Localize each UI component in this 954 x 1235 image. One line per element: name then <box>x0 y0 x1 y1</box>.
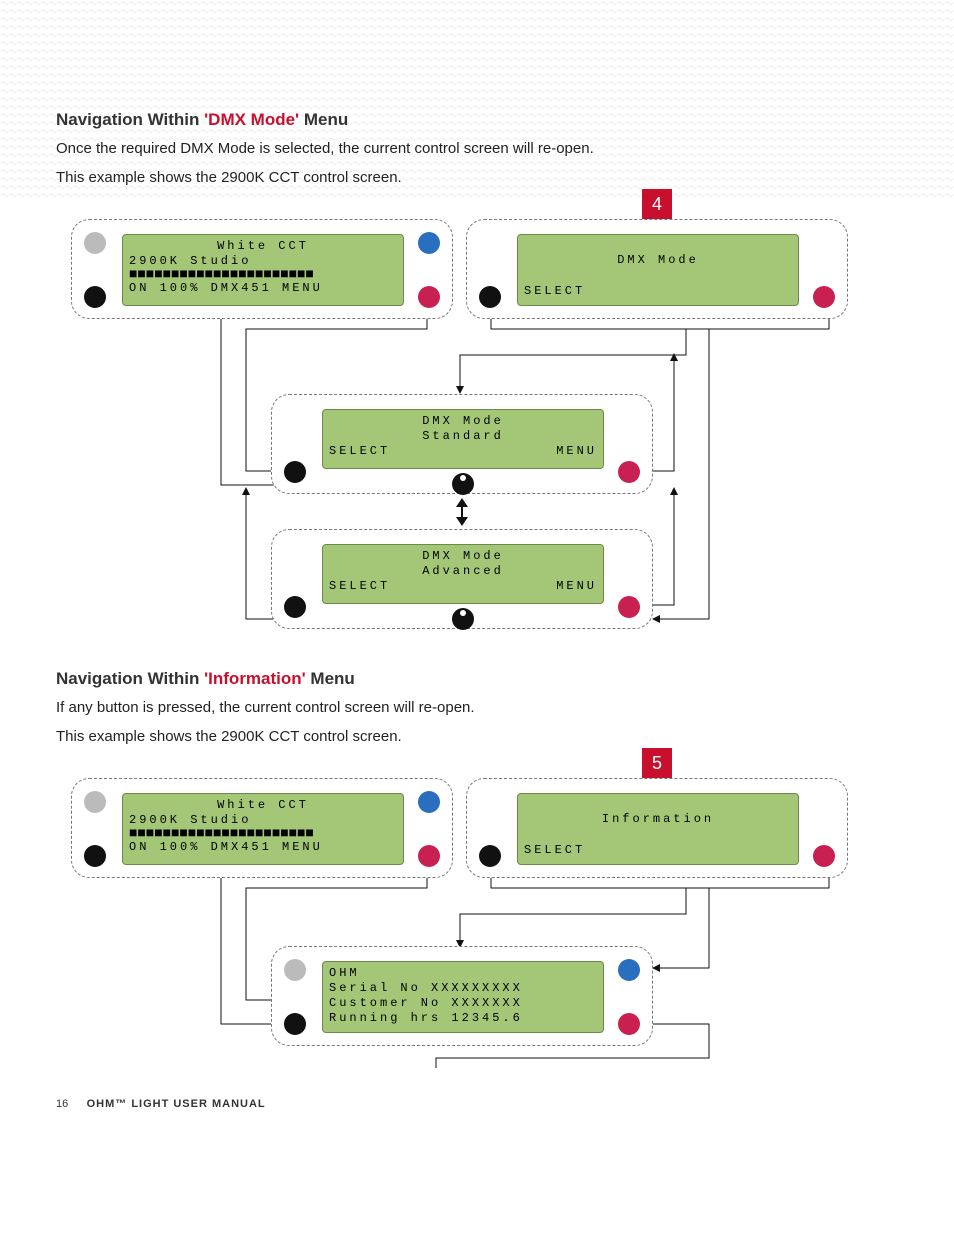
lcd-line: White CCT <box>129 239 397 254</box>
lcd-dmx-mode: DMX Mode SELECT <box>517 234 799 306</box>
heading-suffix: Menu <box>306 669 355 688</box>
lcd-line: OHM <box>329 966 597 981</box>
lcd-line: Running hrs 12345.6 <box>329 1011 597 1026</box>
led-grey-icon <box>84 791 106 813</box>
lcd-line: 2900K Studio <box>129 813 397 828</box>
lcd-line: ON 100% DMX451 MENU <box>129 281 397 296</box>
lcd-menu: MENU <box>556 444 597 459</box>
button-black-icon <box>284 1013 306 1035</box>
rotary-knob-icon <box>452 473 474 495</box>
section2-heading: Navigation Within 'Information' Menu <box>56 669 898 689</box>
button-red-icon <box>418 845 440 867</box>
lcd-standard: DMX Mode Standard SELECT MENU <box>322 409 604 469</box>
panel-main-lcd: White CCT 2900K Studio ■■■■■■■■■■■■■■■■■… <box>71 778 453 878</box>
led-grey-icon <box>84 232 106 254</box>
lcd-line: Advanced <box>329 564 597 579</box>
lcd-detail: OHM Serial No XXXXXXXXX Customer No XXXX… <box>322 961 604 1033</box>
button-black-icon <box>479 845 501 867</box>
lcd-bar: ■■■■■■■■■■■■■■■■■■■■■■ <box>129 828 397 840</box>
button-red-icon <box>618 1013 640 1035</box>
panel-dmx-advanced: DMX Mode Advanced SELECT MENU <box>271 529 653 629</box>
panel-main-lcd: White CCT 2900K Studio ■■■■■■■■■■■■■■■■■… <box>71 219 453 319</box>
lcd-select: SELECT <box>329 444 390 458</box>
lcd-main: White CCT 2900K Studio ■■■■■■■■■■■■■■■■■… <box>122 793 404 865</box>
button-black-icon <box>84 845 106 867</box>
panel-info-detail: OHM Serial No XXXXXXXXX Customer No XXXX… <box>271 946 653 1046</box>
heading-prefix: Navigation Within <box>56 110 204 129</box>
diagram-dmx-mode: 4 White CCT 2900K Studio ■■■■■■■■■■■■■■■… <box>56 199 898 639</box>
step-badge-4: 4 <box>642 189 672 219</box>
lcd-line: 2900K Studio <box>129 254 397 269</box>
lcd-line: Customer No XXXXXXX <box>329 996 597 1011</box>
lcd-line: SELECT <box>524 284 792 299</box>
lcd-bar: ■■■■■■■■■■■■■■■■■■■■■■ <box>129 269 397 281</box>
lcd-line: SELECT MENU <box>329 444 597 459</box>
panel-dmx-mode: DMX Mode SELECT <box>466 219 848 319</box>
button-black-icon <box>84 286 106 308</box>
double-arrow-icon <box>455 498 469 526</box>
button-black-icon <box>479 286 501 308</box>
diagram-information: 5 White CCT 2900K Studio ■■■■■■■■■■■■■■■… <box>56 758 898 1068</box>
lcd-line: DMX Mode <box>524 253 792 268</box>
step-badge-5: 5 <box>642 748 672 778</box>
led-blue-icon <box>618 959 640 981</box>
button-red-icon <box>618 461 640 483</box>
button-red-icon <box>418 286 440 308</box>
led-blue-icon <box>418 232 440 254</box>
lcd-line: White CCT <box>129 798 397 813</box>
button-red-icon <box>813 845 835 867</box>
section1-heading: Navigation Within 'DMX Mode' Menu <box>56 110 898 130</box>
lcd-line: Serial No XXXXXXXXX <box>329 981 597 996</box>
lcd-line: ON 100% DMX451 MENU <box>129 840 397 855</box>
heading-suffix: Menu <box>299 110 348 129</box>
lcd-line: Standard <box>329 429 597 444</box>
lcd-information: Information SELECT <box>517 793 799 865</box>
lcd-menu: MENU <box>556 579 597 594</box>
lcd-line: SELECT MENU <box>329 579 597 594</box>
lcd-select: SELECT <box>329 579 390 593</box>
section2-body1: If any button is pressed, the current co… <box>56 697 898 720</box>
section1-body2: This example shows the 2900K CCT control… <box>56 167 898 190</box>
lcd-advanced: DMX Mode Advanced SELECT MENU <box>322 544 604 604</box>
page-footer: 16 OHM™ LIGHT USER MANUAL <box>56 1098 898 1110</box>
lcd-line: Information <box>524 812 792 827</box>
panel-information: Information SELECT <box>466 778 848 878</box>
heading-prefix: Navigation Within <box>56 669 204 688</box>
lcd-line: DMX Mode <box>329 549 597 564</box>
panel-dmx-standard: DMX Mode Standard SELECT MENU <box>271 394 653 494</box>
button-black-icon <box>284 596 306 618</box>
section1-body1: Once the required DMX Mode is selected, … <box>56 138 898 161</box>
button-red-icon <box>618 596 640 618</box>
section2-body2: This example shows the 2900K CCT control… <box>56 726 898 749</box>
manual-title: OHM™ LIGHT USER MANUAL <box>87 1098 266 1110</box>
lcd-main: White CCT 2900K Studio ■■■■■■■■■■■■■■■■■… <box>122 234 404 306</box>
lcd-line: SELECT <box>524 843 792 858</box>
button-black-icon <box>284 461 306 483</box>
heading-red: 'DMX Mode' <box>204 110 299 129</box>
heading-red: 'Information' <box>204 669 306 688</box>
button-red-icon <box>813 286 835 308</box>
led-blue-icon <box>418 791 440 813</box>
led-grey-icon <box>284 959 306 981</box>
lcd-line: DMX Mode <box>329 414 597 429</box>
page-number: 16 <box>56 1098 68 1110</box>
rotary-knob-icon <box>452 608 474 630</box>
